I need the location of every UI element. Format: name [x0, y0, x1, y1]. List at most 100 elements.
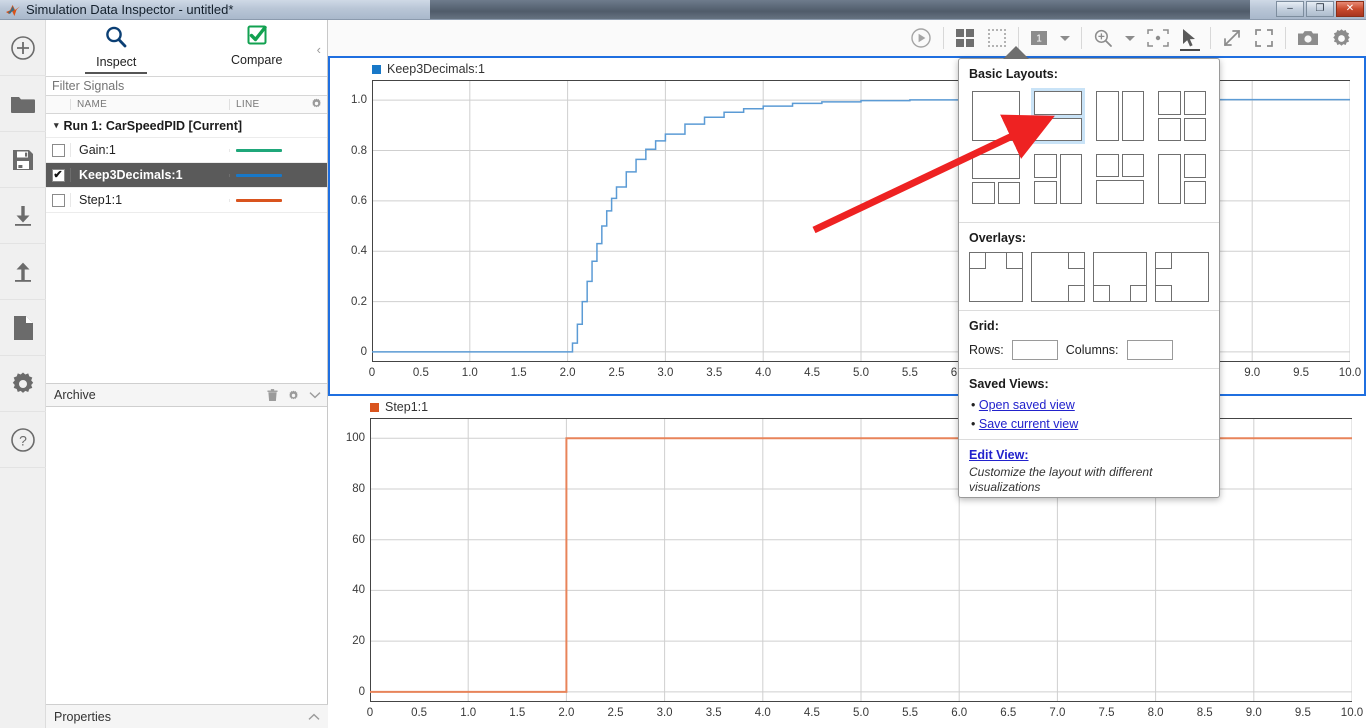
bullet-icon: •: [971, 417, 976, 431]
layout-option-1x2[interactable]: [1093, 88, 1147, 144]
fit-to-view-icon[interactable]: [1141, 23, 1175, 53]
x-tick-label: 5.0: [853, 707, 869, 719]
add-icon[interactable]: [0, 20, 46, 76]
layout-option-1x1[interactable]: [969, 88, 1023, 144]
left-icon-rail: ?: [0, 20, 46, 728]
layout-popup-menu[interactable]: Basic Layouts: Overlays: Grid: Rows: Col…: [958, 58, 1220, 498]
save-icon[interactable]: [0, 132, 46, 188]
tab-compare[interactable]: Compare: [187, 20, 328, 76]
layout-option-2x2[interactable]: [1155, 88, 1209, 144]
overlay-option-right-corners[interactable]: [1031, 252, 1085, 302]
y-tick-label: 0.8: [351, 144, 367, 157]
export-icon[interactable]: [0, 244, 46, 300]
saved-views-section: Saved Views: • Open saved view • Save cu…: [959, 369, 1219, 440]
signal-name: Keep3Decimals:1: [70, 168, 229, 182]
chevron-down-icon[interactable]: ▾: [54, 120, 59, 131]
list-item[interactable]: ✔ Keep3Decimals:1: [46, 163, 327, 188]
signal-name: Gain:1: [70, 143, 229, 157]
zoom-in-icon[interactable]: [1087, 23, 1119, 53]
import-icon[interactable]: [0, 188, 46, 244]
y-tick-label: 0.6: [351, 194, 367, 207]
y-tick-label: 40: [352, 584, 365, 597]
basic-layouts-row-2: [969, 151, 1209, 207]
run-icon[interactable]: [904, 23, 938, 53]
layout-option-left-stack-right-tall[interactable]: [1031, 151, 1085, 207]
gear-icon[interactable]: [305, 98, 327, 112]
list-item[interactable]: Step1:1: [46, 188, 327, 213]
x-tick-label: 4.0: [755, 367, 772, 379]
save-current-view-link[interactable]: Save current view: [979, 417, 1078, 431]
properties-label: Properties: [54, 709, 111, 724]
properties-section-header[interactable]: Properties: [46, 704, 328, 728]
popup-pointer-arrow: [1003, 46, 1029, 59]
x-tick-label: 9.0: [1245, 707, 1262, 719]
close-button[interactable]: ✕: [1336, 1, 1364, 17]
titlebar-decoration: [430, 0, 1250, 19]
report-icon[interactable]: [0, 300, 46, 356]
zoom-caret-icon[interactable]: [1119, 23, 1141, 53]
tab-inspect[interactable]: Inspect: [46, 20, 187, 76]
pan-resize-icon[interactable]: [1216, 23, 1248, 53]
rows-input[interactable]: [1011, 340, 1058, 360]
overlay-option-bottom-corners[interactable]: [1093, 252, 1147, 302]
list-item[interactable]: Gain:1: [46, 138, 327, 163]
signal-checkbox[interactable]: ✔: [51, 168, 65, 182]
legend-label: Step1:1: [385, 400, 429, 414]
fullscreen-icon[interactable]: [1248, 23, 1280, 53]
search-input[interactable]: [50, 78, 327, 94]
settings-gear-icon[interactable]: [1325, 23, 1358, 53]
x-tick-label: 4.5: [803, 707, 820, 719]
chevron-down-icon[interactable]: [309, 391, 321, 399]
display-count-caret-icon[interactable]: [1054, 23, 1076, 53]
matlab-logo-icon: [6, 3, 20, 17]
header-line-col: LINE: [229, 99, 305, 110]
preferences-gear-icon[interactable]: [0, 356, 46, 412]
signal-checkbox-cell: [46, 143, 70, 157]
signal-color-swatch: [236, 198, 282, 202]
layout-option-left-tall-right-stack[interactable]: [1155, 151, 1209, 207]
legend-color-swatch: [372, 64, 381, 74]
grid-inputs-row: Rows: Columns:: [969, 340, 1209, 360]
rows-label: Rows:: [969, 343, 1004, 357]
signal-checkbox[interactable]: [51, 143, 65, 157]
minimize-button[interactable]: –: [1276, 1, 1304, 17]
open-saved-view-link[interactable]: Open saved view: [979, 398, 1075, 412]
chevron-up-icon[interactable]: [308, 710, 320, 724]
signal-checkbox[interactable]: [51, 193, 65, 207]
saved-view-save-row: • Save current view: [971, 417, 1209, 431]
overlay-option-top-corners[interactable]: [969, 252, 1023, 302]
x-tick-label: 1.0: [460, 707, 477, 719]
help-icon[interactable]: ?: [0, 412, 46, 468]
layout-option-2x1[interactable]: [1031, 88, 1085, 144]
signal-table-header: NAME LINE: [46, 96, 327, 114]
y-tick-label: 100: [345, 432, 365, 445]
x-tick-label: 7.5: [1098, 707, 1115, 719]
x-tick-label: 2.0: [558, 707, 575, 719]
plot-toolbar: 1: [328, 20, 1366, 56]
archive-section-header[interactable]: Archive: [46, 383, 327, 407]
open-folder-icon[interactable]: [0, 76, 46, 132]
y-tick-label: 0.4: [351, 245, 367, 258]
columns-input[interactable]: [1126, 340, 1173, 360]
x-tick-label: 3.5: [706, 367, 723, 379]
snapshot-camera-icon[interactable]: [1291, 23, 1325, 53]
gear-icon[interactable]: [288, 390, 299, 401]
x-tick-label: 10.0: [1340, 707, 1364, 719]
maximize-button[interactable]: ❐: [1306, 1, 1334, 17]
edit-view-link[interactable]: Edit View:: [969, 448, 1029, 462]
layout-option-top-wide[interactable]: [969, 151, 1023, 207]
subplot-layout-icon[interactable]: [949, 23, 981, 53]
tab-inspect-label: Inspect: [96, 55, 137, 69]
trash-icon[interactable]: [267, 388, 278, 402]
y-tick-label: 60: [352, 533, 365, 546]
x-tick-label: 1.5: [510, 367, 527, 379]
x-tick-label: 4.0: [754, 707, 771, 719]
layout-option-bottom-wide[interactable]: [1093, 151, 1147, 207]
run-group-row[interactable]: ▾ Run 1: CarSpeedPID [Current]: [46, 114, 327, 138]
collapse-panel-caret-icon[interactable]: ‹: [317, 42, 321, 57]
x-tick-label: 0: [366, 707, 374, 719]
signal-line-cell: [229, 148, 327, 152]
cursor-arrow-icon[interactable]: [1175, 23, 1205, 53]
toolbar-separator: [943, 27, 944, 49]
overlay-option-left-corners[interactable]: [1155, 252, 1209, 302]
